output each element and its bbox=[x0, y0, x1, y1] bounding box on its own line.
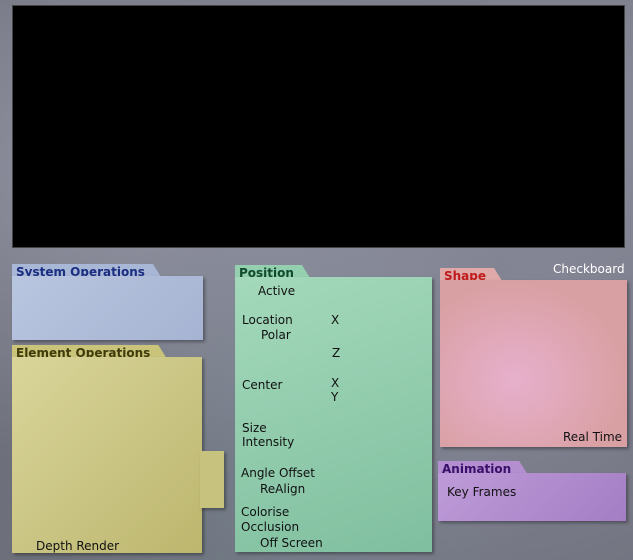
intensity-control[interactable]: Intensity bbox=[242, 435, 294, 449]
element-operations-extension bbox=[200, 451, 224, 508]
location-label[interactable]: Location bbox=[242, 313, 293, 327]
location-x-control[interactable]: X bbox=[331, 313, 339, 327]
center-x-control[interactable]: X bbox=[331, 376, 339, 390]
system-operations-panel bbox=[12, 276, 203, 340]
key-frames-button[interactable]: Key Frames bbox=[447, 485, 516, 499]
real-time-toggle[interactable]: Real Time bbox=[563, 430, 622, 444]
preview-viewport bbox=[12, 5, 625, 248]
realign-button[interactable]: ReAlign bbox=[260, 482, 305, 496]
colorise-toggle[interactable]: Colorise bbox=[241, 505, 289, 519]
position-panel: Active Location Polar X Z Center X Y Siz… bbox=[235, 277, 432, 552]
angle-offset-control[interactable]: Angle Offset bbox=[241, 466, 315, 480]
center-label[interactable]: Center bbox=[242, 378, 282, 392]
active-toggle[interactable]: Active bbox=[258, 284, 295, 298]
element-operations-panel: Depth Render bbox=[12, 357, 202, 553]
shape-panel: Real Time bbox=[440, 280, 627, 447]
checkboard-toggle[interactable]: Checkboard bbox=[553, 262, 625, 276]
occlusion-toggle[interactable]: Occlusion bbox=[241, 520, 299, 534]
off-screen-toggle[interactable]: Off Screen bbox=[260, 536, 323, 550]
polar-toggle[interactable]: Polar bbox=[261, 328, 291, 342]
center-y-control[interactable]: Y bbox=[331, 390, 338, 404]
location-z-control[interactable]: Z bbox=[332, 346, 340, 360]
depth-render-toggle[interactable]: Depth Render bbox=[36, 539, 119, 553]
size-control[interactable]: Size bbox=[242, 421, 267, 435]
animation-panel: Key Frames bbox=[438, 473, 626, 521]
